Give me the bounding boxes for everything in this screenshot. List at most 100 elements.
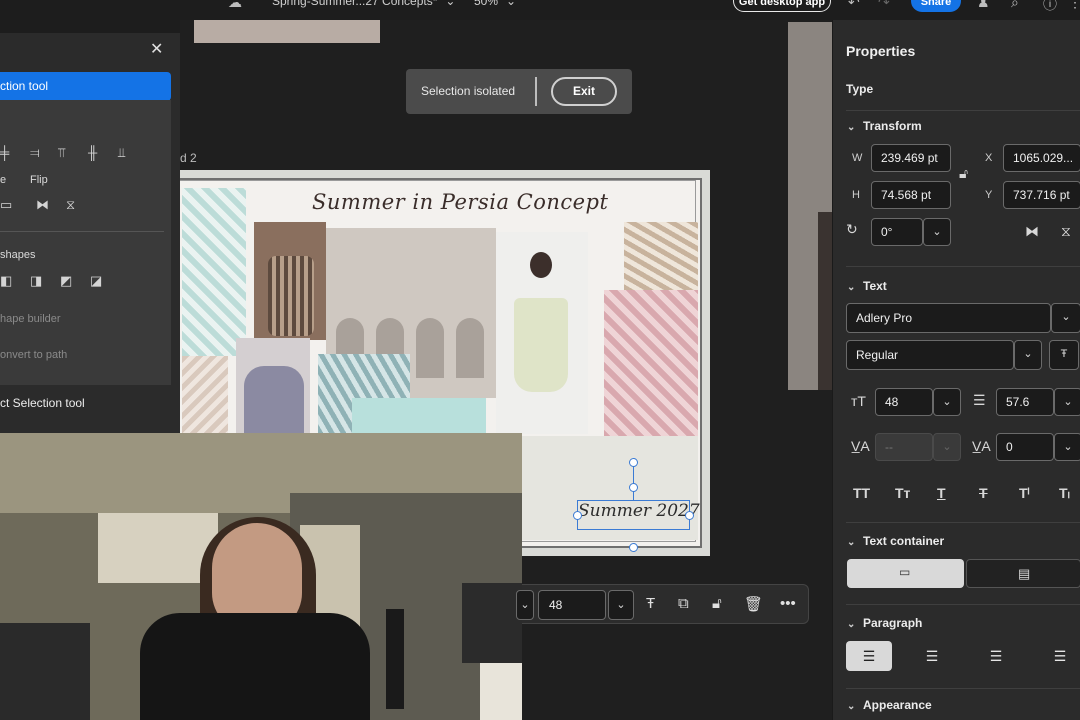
constrain-proportions-icon[interactable]: 🔓︎ — [959, 165, 968, 182]
distribute-icon[interactable]: ▭ — [0, 197, 12, 213]
y-field[interactable]: 737.716 pt — [1003, 181, 1080, 209]
board-title[interactable]: Summer in Persia Concept — [312, 190, 608, 214]
align-middle-icon[interactable]: ╫ — [88, 145, 97, 160]
font-dropdown[interactable]: ⌄ — [516, 590, 534, 620]
left-handle[interactable] — [573, 511, 582, 520]
subscript-icon[interactable]: Tₗ — [1059, 485, 1070, 502]
font-size-input[interactable]: 48 — [538, 590, 606, 620]
tracking-field[interactable]: 0 — [996, 433, 1054, 461]
height-label: H — [852, 189, 860, 201]
flip-vertical-icon[interactable]: ⧖ — [1061, 223, 1071, 240]
x-field[interactable]: 1065.029... — [1003, 144, 1080, 172]
subtract-icon[interactable]: ◨ — [30, 273, 42, 289]
font-style-field[interactable]: Regular — [846, 340, 1014, 370]
pattern-swatch-teal[interactable] — [182, 188, 246, 356]
artboard-thumbnail[interactable] — [194, 20, 380, 43]
align-right-button[interactable]: ☰ — [973, 641, 1019, 671]
align-center-icon[interactable]: ╪ — [0, 145, 9, 160]
font-family-dropdown[interactable]: ⌄ — [1051, 303, 1080, 333]
superscript-icon[interactable]: Tˡ — [1019, 485, 1030, 501]
text-options-icon[interactable]: Ŧ — [1049, 340, 1079, 370]
selection-tool-item[interactable]: ction tool — [0, 72, 171, 101]
point-text-button[interactable]: ▭ — [847, 559, 964, 588]
appearance-section-header[interactable]: ⌄ Appearance — [847, 698, 932, 712]
delete-icon[interactable]: 🗑︎ — [744, 595, 763, 613]
search-icon[interactable]: ⌕ — [1011, 0, 1019, 11]
paisley-swatch-tan[interactable] — [624, 222, 698, 290]
duplicate-icon[interactable]: ⧉ — [678, 595, 689, 612]
kerning-dropdown[interactable]: ⌄ — [933, 433, 961, 461]
convert-to-path-item[interactable]: onvert to path — [0, 349, 67, 361]
mint-swatch[interactable] — [352, 398, 486, 434]
intersect-icon[interactable]: ◩ — [60, 273, 72, 289]
tracking-dropdown[interactable]: ⌄ — [1054, 433, 1080, 461]
font-size-dropdown[interactable]: ⌄ — [608, 590, 634, 620]
align-right-icon[interactable]: ⫤ — [30, 145, 40, 161]
share-button[interactable]: Share — [911, 0, 961, 12]
text-section-header[interactable]: ⌄ Text — [847, 279, 887, 293]
model-image-dress[interactable] — [496, 232, 588, 434]
align-top-icon[interactable]: ⫪ — [58, 145, 65, 161]
user-icon[interactable]: ♟ — [977, 0, 990, 11]
kerning-field[interactable]: -- — [875, 433, 933, 461]
adjacent-artboard[interactable] — [788, 22, 832, 390]
lock-icon[interactable]: 🔓︎ — [712, 595, 722, 612]
font-style-dropdown[interactable]: ⌄ — [1014, 340, 1042, 370]
height-field[interactable]: 74.568 pt — [871, 181, 951, 209]
flip-vertical-icon[interactable]: ⧖ — [66, 197, 75, 213]
redo-icon[interactable]: ↷ — [878, 0, 890, 11]
small-caps-icon[interactable]: Tт — [895, 485, 910, 501]
close-icon[interactable]: ✕ — [150, 39, 163, 59]
leading-dropdown[interactable]: ⌄ — [1054, 388, 1080, 416]
chevron-down-icon: ⌄ — [847, 282, 856, 293]
rotate-handle[interactable] — [629, 458, 638, 467]
direct-selection-tool-item[interactable]: ct Selection tool — [0, 396, 85, 410]
transform-section-header[interactable]: ⌄ Transform — [847, 119, 922, 133]
exit-isolation-button[interactable]: Exit — [551, 77, 617, 106]
font-family-field[interactable]: Adlery Pro — [846, 303, 1051, 333]
unite-icon[interactable]: ◧ — [0, 273, 12, 289]
top-handle[interactable] — [629, 483, 638, 492]
paragraph-section-header[interactable]: ⌄ Paragraph — [847, 616, 922, 630]
font-size-field[interactable]: 48 — [875, 388, 933, 416]
width-field[interactable]: 239.469 pt — [871, 144, 951, 172]
area-text-button[interactable]: ▤ — [966, 559, 1080, 588]
exclude-icon[interactable]: ◪ — [90, 273, 102, 289]
artboard-label[interactable]: d 2 — [180, 151, 197, 165]
align-left-button[interactable]: ☰ — [846, 641, 892, 671]
rotate-icon: ↻ — [846, 221, 858, 237]
model-image-poncho[interactable] — [254, 222, 326, 340]
more-icon[interactable]: ••• — [780, 595, 796, 612]
undo-icon[interactable]: ↶ — [848, 0, 860, 11]
flip-horizontal-icon[interactable]: ⧓ — [1025, 223, 1039, 240]
shape-builder-item[interactable]: hape builder — [0, 313, 61, 325]
justify-button[interactable]: ☰ — [1037, 641, 1080, 671]
x-label: X — [985, 152, 993, 164]
cloud-icon[interactable]: ☁ — [228, 0, 242, 11]
get-desktop-app-button[interactable]: Get desktop app — [733, 0, 831, 12]
right-handle[interactable] — [685, 511, 694, 520]
menu-icon[interactable]: ⋮ — [1068, 0, 1080, 11]
rotation-dropdown[interactable]: ⌄ — [923, 218, 951, 246]
text-format-icon[interactable]: Ŧ — [646, 595, 655, 612]
underline-icon[interactable]: T — [937, 485, 946, 501]
align-center-button[interactable]: ☰ — [909, 641, 955, 671]
align-bottom-icon[interactable]: ⫫ — [118, 145, 125, 161]
leading-field[interactable]: 57.6 — [996, 388, 1054, 416]
model-image-back[interactable] — [236, 338, 310, 434]
zoom-control[interactable]: 50% ⌄ — [474, 0, 516, 8]
help-icon[interactable]: ⓘ — [1043, 0, 1057, 14]
pattern-swatch-beige[interactable] — [182, 356, 228, 436]
font-size-icon: ᴛT — [851, 393, 866, 409]
rotation-field[interactable]: 0° — [871, 218, 923, 246]
flip-horizontal-icon[interactable]: ⧓ — [36, 197, 49, 213]
document-name[interactable]: Spring-Summer...27 Concepts* ⌄ — [272, 0, 455, 8]
text-container-section-header[interactable]: ⌄ Text container — [847, 534, 944, 548]
bottom-handle[interactable] — [629, 543, 638, 552]
selection-bounding-box[interactable] — [577, 500, 690, 530]
font-size-dropdown[interactable]: ⌄ — [933, 388, 961, 416]
all-caps-icon[interactable]: TT — [853, 485, 870, 501]
paragraph-label: Paragraph — [863, 616, 923, 630]
paisley-swatch-pink[interactable] — [604, 290, 698, 438]
strikethrough-icon[interactable]: T — [979, 485, 988, 501]
